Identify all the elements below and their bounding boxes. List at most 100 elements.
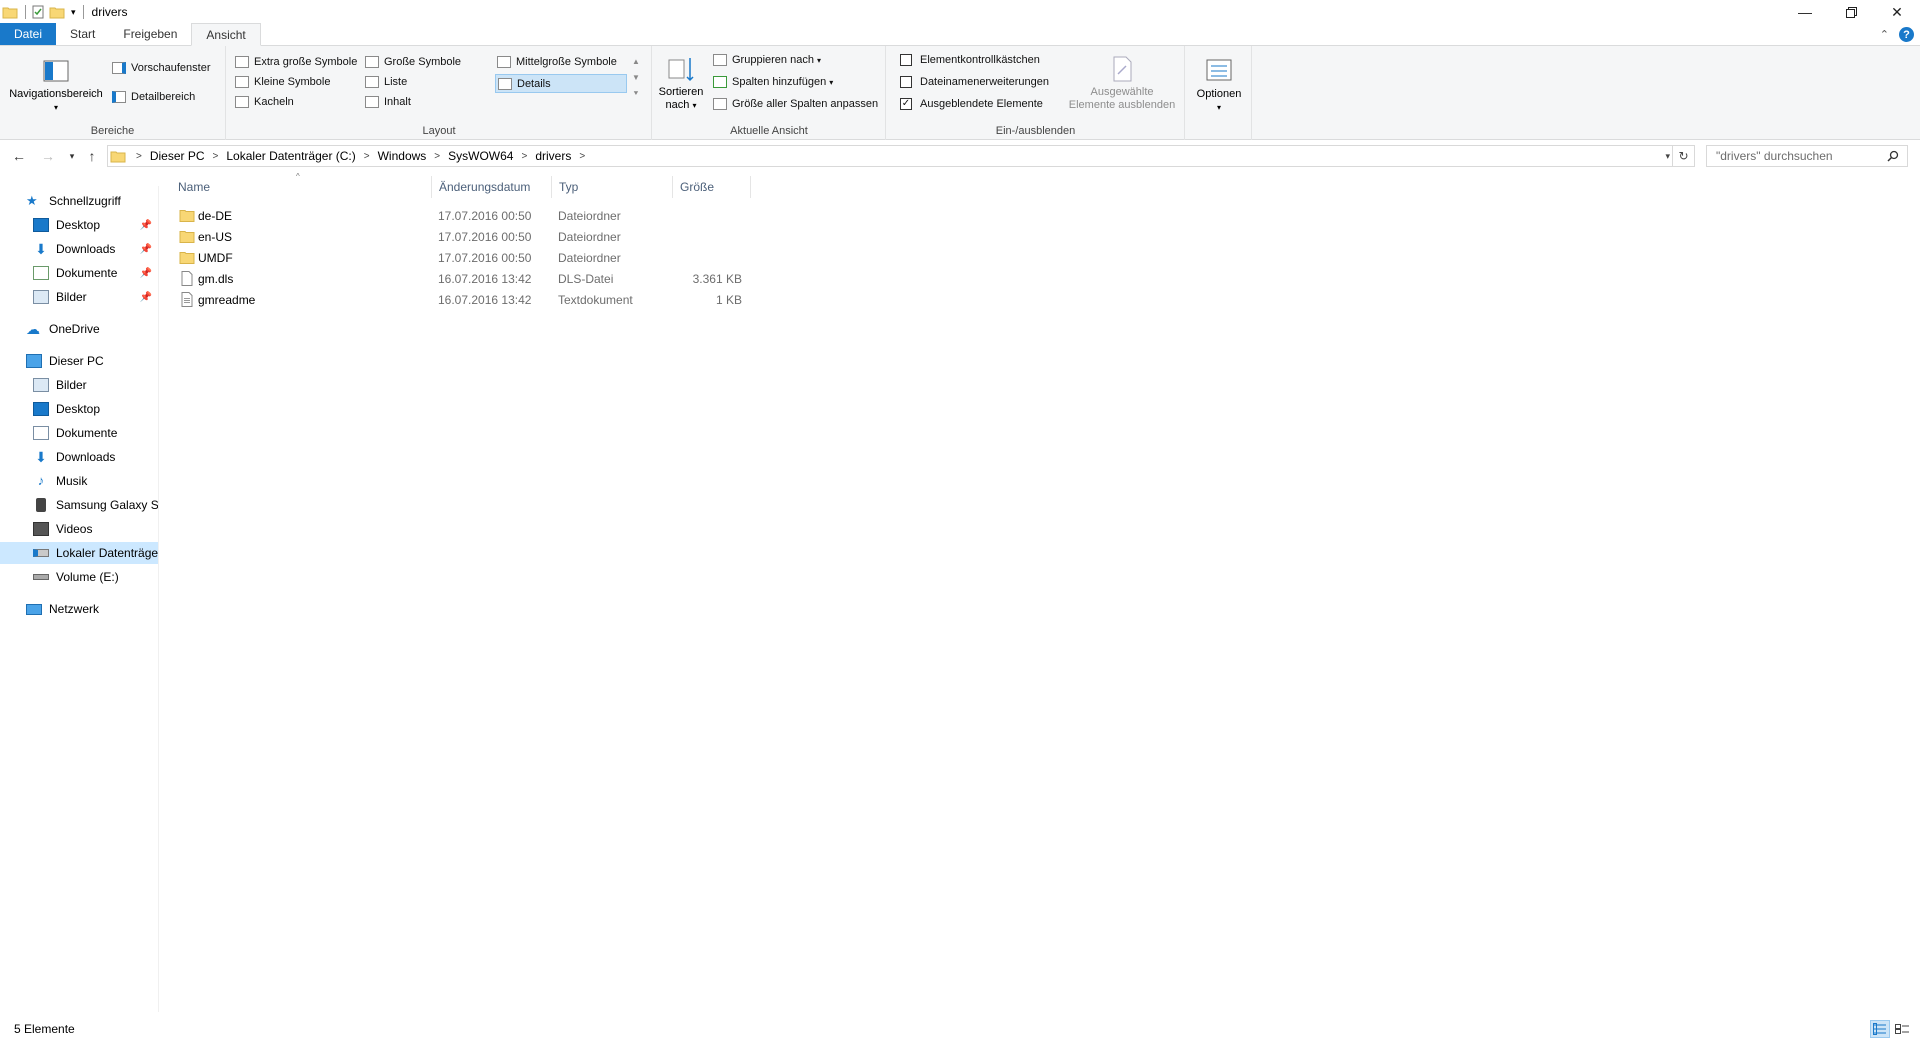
- chevron-right-icon[interactable]: >: [213, 151, 219, 162]
- restore-button[interactable]: [1828, 0, 1874, 24]
- nav-schnellzugriff[interactable]: ★ Schnellzugriff: [0, 190, 158, 212]
- properties-icon[interactable]: [30, 4, 46, 20]
- layout-kacheln[interactable]: Kacheln: [235, 96, 294, 108]
- scroll-down-icon[interactable]: ▼: [630, 70, 642, 86]
- nav-label: Volume (E:): [56, 570, 119, 584]
- layout-mittelgrosse-symbole[interactable]: Mittelgroße Symbole: [497, 56, 617, 68]
- breadcrumb-dieser-pc[interactable]: Dieser PC: [150, 149, 205, 163]
- sortieren-nach-button[interactable]: Sortieren nach ▾: [658, 54, 704, 112]
- chevron-right-icon[interactable]: >: [434, 151, 440, 162]
- dropdown-arrow-icon: ▾: [816, 55, 821, 65]
- nav-quick-desktop[interactable]: Desktop 📌: [0, 214, 158, 236]
- file-row[interactable]: UMDF 17.07.2016 00:50 Dateiordner: [177, 247, 750, 268]
- gruppieren-nach-button[interactable]: Gruppieren nach ▾: [713, 54, 821, 66]
- optionen-button[interactable]: Optionen ▾: [1192, 56, 1246, 114]
- customize-quick-access-icon[interactable]: ▾: [71, 7, 76, 18]
- expand-gallery-icon[interactable]: ⯆: [630, 86, 642, 102]
- search-icon[interactable]: [1887, 150, 1899, 162]
- back-button[interactable]: ←: [8, 145, 30, 167]
- pin-icon[interactable]: 📌: [140, 292, 152, 303]
- breadcrumb-windows[interactable]: Windows: [378, 149, 427, 163]
- pin-icon[interactable]: 📌: [140, 244, 152, 255]
- breadcrumb-lokaler-datentraeger[interactable]: Lokaler Datenträger (C:): [226, 149, 355, 163]
- elementkontrollkaestchen-checkbox[interactable]: Elementkontrollkästchen: [900, 54, 1040, 66]
- collapse-ribbon-icon[interactable]: ⌃: [1880, 28, 1889, 41]
- pin-icon[interactable]: 📌: [140, 268, 152, 279]
- layout-scroll[interactable]: ▲ ▼ ⯆: [630, 54, 642, 102]
- chevron-right-icon[interactable]: >: [521, 151, 527, 162]
- nav-netzwerk[interactable]: Netzwerk: [0, 598, 158, 620]
- file-row[interactable]: en-US 17.07.2016 00:50 Dateiordner: [177, 226, 750, 247]
- nav-quick-bilder[interactable]: Bilder 📌: [0, 286, 158, 308]
- column-header-name[interactable]: Name: [171, 176, 432, 198]
- window-title: drivers: [91, 5, 128, 19]
- groesse-anpassen-button[interactable]: Größe aller Spalten anpassen: [713, 98, 878, 110]
- dateinamenerweiterungen-checkbox[interactable]: Dateinamenerweiterungen: [900, 76, 1049, 88]
- star-icon: ★: [26, 193, 38, 208]
- scroll-up-icon[interactable]: ▲: [630, 54, 642, 70]
- breadcrumb-syswow64[interactable]: SysWOW64: [448, 149, 513, 163]
- file-row[interactable]: gmreadme 16.07.2016 13:42 Textdokument 1…: [177, 289, 750, 310]
- nav-pc-videos[interactable]: Videos: [0, 518, 158, 540]
- navigationsbereich-label: Navigationsbereich: [9, 88, 103, 100]
- recent-locations-button[interactable]: ▾: [61, 145, 83, 167]
- file-name: de-DE: [198, 208, 233, 223]
- nav-dieser-pc[interactable]: Dieser PC: [0, 350, 158, 372]
- search-input[interactable]: "drivers" durchsuchen: [1706, 145, 1908, 167]
- column-header-size[interactable]: Größe: [673, 176, 751, 198]
- nav-pc-samsung[interactable]: Samsung Galaxy S7: [0, 494, 158, 516]
- address-bar[interactable]: > Dieser PC > Lokaler Datenträger (C:) >…: [107, 145, 1695, 167]
- nav-onedrive[interactable]: ☁ OneDrive: [0, 318, 158, 340]
- vorschaufenster-button[interactable]: Vorschaufenster: [112, 62, 211, 74]
- column-header-type[interactable]: Typ: [552, 176, 673, 198]
- tab-start[interactable]: Start: [56, 23, 109, 45]
- detailbereich-button[interactable]: Detailbereich: [112, 91, 195, 103]
- pin-icon[interactable]: 📌: [140, 220, 152, 231]
- layout-inhalt[interactable]: Inhalt: [365, 96, 411, 108]
- refresh-icon[interactable]: ↻: [1672, 146, 1694, 166]
- ausgewaehlte-ausblenden-button[interactable]: Ausgewählte Elemente ausblenden: [1065, 54, 1179, 112]
- layout-kleine-symbole[interactable]: Kleine Symbole: [235, 76, 330, 88]
- hide-selected-icon: [1113, 56, 1132, 82]
- column-header-date[interactable]: Änderungsdatum: [432, 176, 552, 198]
- chevron-right-icon[interactable]: >: [364, 151, 370, 162]
- details-view-button[interactable]: [1870, 1020, 1890, 1038]
- file-row[interactable]: gm.dls 16.07.2016 13:42 DLS-Datei 3.361 …: [177, 268, 750, 289]
- nav-pc-lokaler-datentraeger[interactable]: Lokaler Datenträger: [0, 542, 158, 564]
- nav-pc-bilder[interactable]: Bilder: [0, 374, 158, 396]
- file-row[interactable]: de-DE 17.07.2016 00:50 Dateiordner: [177, 205, 750, 226]
- nav-pc-volume-e[interactable]: Volume (E:): [0, 566, 158, 588]
- nav-pc-musik[interactable]: ♪ Musik: [0, 470, 158, 492]
- forward-button[interactable]: →: [37, 145, 59, 167]
- tab-ansicht[interactable]: Ansicht: [191, 23, 261, 46]
- minimize-button[interactable]: —: [1782, 0, 1828, 24]
- layout-liste[interactable]: Liste: [365, 76, 407, 88]
- tab-datei[interactable]: Datei: [0, 23, 57, 45]
- nav-quick-downloads[interactable]: ⬇ Downloads 📌: [0, 238, 158, 260]
- nav-pc-downloads[interactable]: ⬇ Downloads: [0, 446, 158, 468]
- nav-quick-dokumente[interactable]: Dokumente 📌: [0, 262, 158, 284]
- folder-icon: [179, 231, 195, 243]
- up-button[interactable]: ↑: [81, 145, 103, 167]
- folder-icon: [179, 210, 195, 222]
- large-icons-view-button[interactable]: [1892, 1020, 1912, 1038]
- address-dropdown-icon[interactable]: ▾: [1665, 151, 1670, 162]
- ausgeblendete-elemente-checkbox[interactable]: ✓ Ausgeblendete Elemente: [900, 98, 1043, 110]
- nav-pc-dokumente[interactable]: Dokumente: [0, 422, 158, 444]
- file-date: 16.07.2016 13:42: [438, 292, 532, 307]
- layout-extra-grosse-symbole[interactable]: Extra große Symbole: [235, 56, 357, 68]
- nav-pc-desktop[interactable]: Desktop: [0, 398, 158, 420]
- navigationsbereich-button[interactable]: Navigationsbereich ▾: [6, 56, 106, 114]
- nach-label: nach: [665, 99, 690, 111]
- spalten-hinzufuegen-button[interactable]: Spalten hinzufügen ▾: [713, 76, 833, 88]
- tab-freigeben[interactable]: Freigeben: [109, 23, 191, 45]
- breadcrumb-drivers[interactable]: drivers: [535, 149, 571, 163]
- layout-details[interactable]: Details: [495, 74, 627, 93]
- list-icon: [365, 76, 379, 88]
- close-button[interactable]: ✕: [1874, 0, 1920, 24]
- layout-grosse-symbole[interactable]: Große Symbole: [365, 56, 461, 68]
- new-folder-icon[interactable]: [49, 4, 65, 20]
- details-pane-icon: [112, 91, 126, 103]
- chevron-right-icon[interactable]: >: [579, 151, 585, 162]
- help-icon[interactable]: ?: [1899, 27, 1914, 42]
